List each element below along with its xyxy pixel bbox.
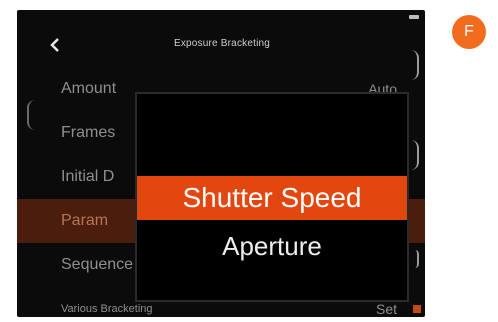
scroll-arc <box>27 100 35 130</box>
chevron-left-icon[interactable] <box>47 37 63 53</box>
scroll-arc <box>411 140 419 170</box>
menu-item-label: Amount <box>61 80 117 97</box>
menu-item-label: Initial D <box>61 168 115 185</box>
scroll-arc <box>411 50 419 80</box>
scroll-arc <box>411 250 419 268</box>
status-mark <box>413 305 421 313</box>
menu-item-label: Param <box>61 212 109 229</box>
option-label: Aperture <box>222 230 322 261</box>
parameter-popup: Shutter Speed Aperture <box>135 92 409 302</box>
menu-item-value: Set <box>375 301 397 317</box>
avatar-letter: F <box>464 23 474 40</box>
menu-header: Exposure Bracketing <box>17 10 425 70</box>
menu-item-label: Frames <box>61 124 116 141</box>
avatar: F <box>452 15 486 49</box>
menu-item-label: Sequence <box>61 256 134 273</box>
scroll-indicator-right <box>411 50 419 300</box>
option-shutter-speed[interactable]: Shutter Speed <box>137 176 407 220</box>
camera-screen: Exposure Bracketing Amount Auto Frames I… <box>17 10 425 317</box>
menu-item-label: Various Bracketing <box>61 303 153 315</box>
option-aperture[interactable]: Aperture <box>137 224 407 268</box>
page-title: Exposure Bracketing <box>173 38 271 49</box>
option-label: Shutter Speed <box>182 182 362 213</box>
